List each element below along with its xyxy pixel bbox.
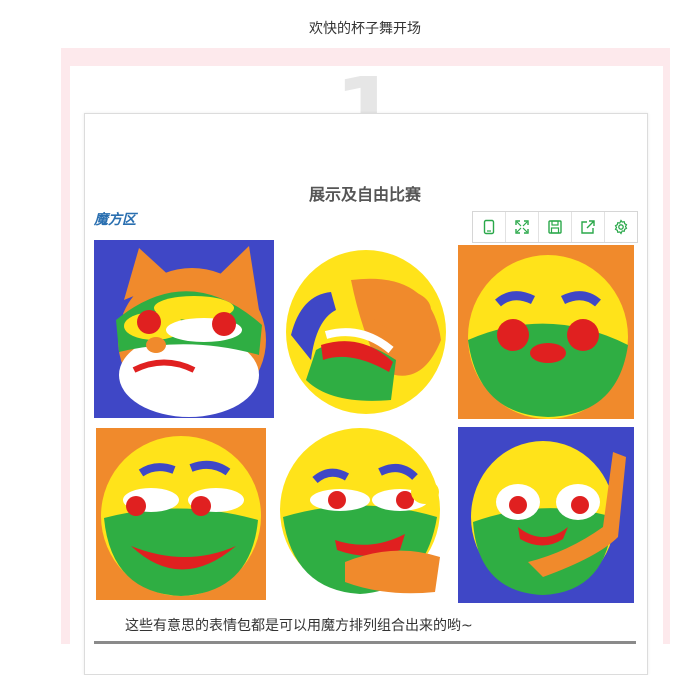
gallery-tile-clown-smile[interactable] xyxy=(96,428,266,600)
gallery-tile-blush[interactable] xyxy=(458,245,634,419)
facepalm-emoji-image xyxy=(281,240,451,418)
gallery-tile-thinking[interactable] xyxy=(458,427,634,603)
gallery-caption: 这些有意思的表情包都是可以用魔方排列组合出来的哟~ xyxy=(125,618,473,634)
expand-icon xyxy=(515,220,529,234)
image-toolbar xyxy=(472,211,638,243)
cat-emoji-image xyxy=(94,240,274,418)
section-title: 展示及自由比赛 xyxy=(308,185,421,204)
gallery-tile-facepalm[interactable] xyxy=(281,240,451,418)
section-tag: 魔方区 xyxy=(94,212,136,228)
share-button[interactable] xyxy=(572,212,605,242)
page-title: 欢快的杯子舞开场 xyxy=(309,21,421,37)
blush-emoji-image xyxy=(458,245,634,419)
share-icon xyxy=(581,220,595,234)
settings-button[interactable] xyxy=(605,212,637,242)
save-icon xyxy=(548,220,562,234)
gallery-tile-cat[interactable] xyxy=(94,240,274,418)
clown-smile-emoji-image xyxy=(96,428,266,600)
settings-icon xyxy=(614,219,628,235)
expand-button[interactable] xyxy=(506,212,539,242)
gallery-tile-smirk[interactable] xyxy=(275,422,450,602)
phone-icon xyxy=(483,219,495,235)
smirk-emoji-image xyxy=(275,422,450,602)
save-button[interactable] xyxy=(539,212,572,242)
emoji-gallery xyxy=(94,240,636,604)
thinking-emoji-image xyxy=(458,427,634,603)
phone-button[interactable] xyxy=(473,212,506,242)
